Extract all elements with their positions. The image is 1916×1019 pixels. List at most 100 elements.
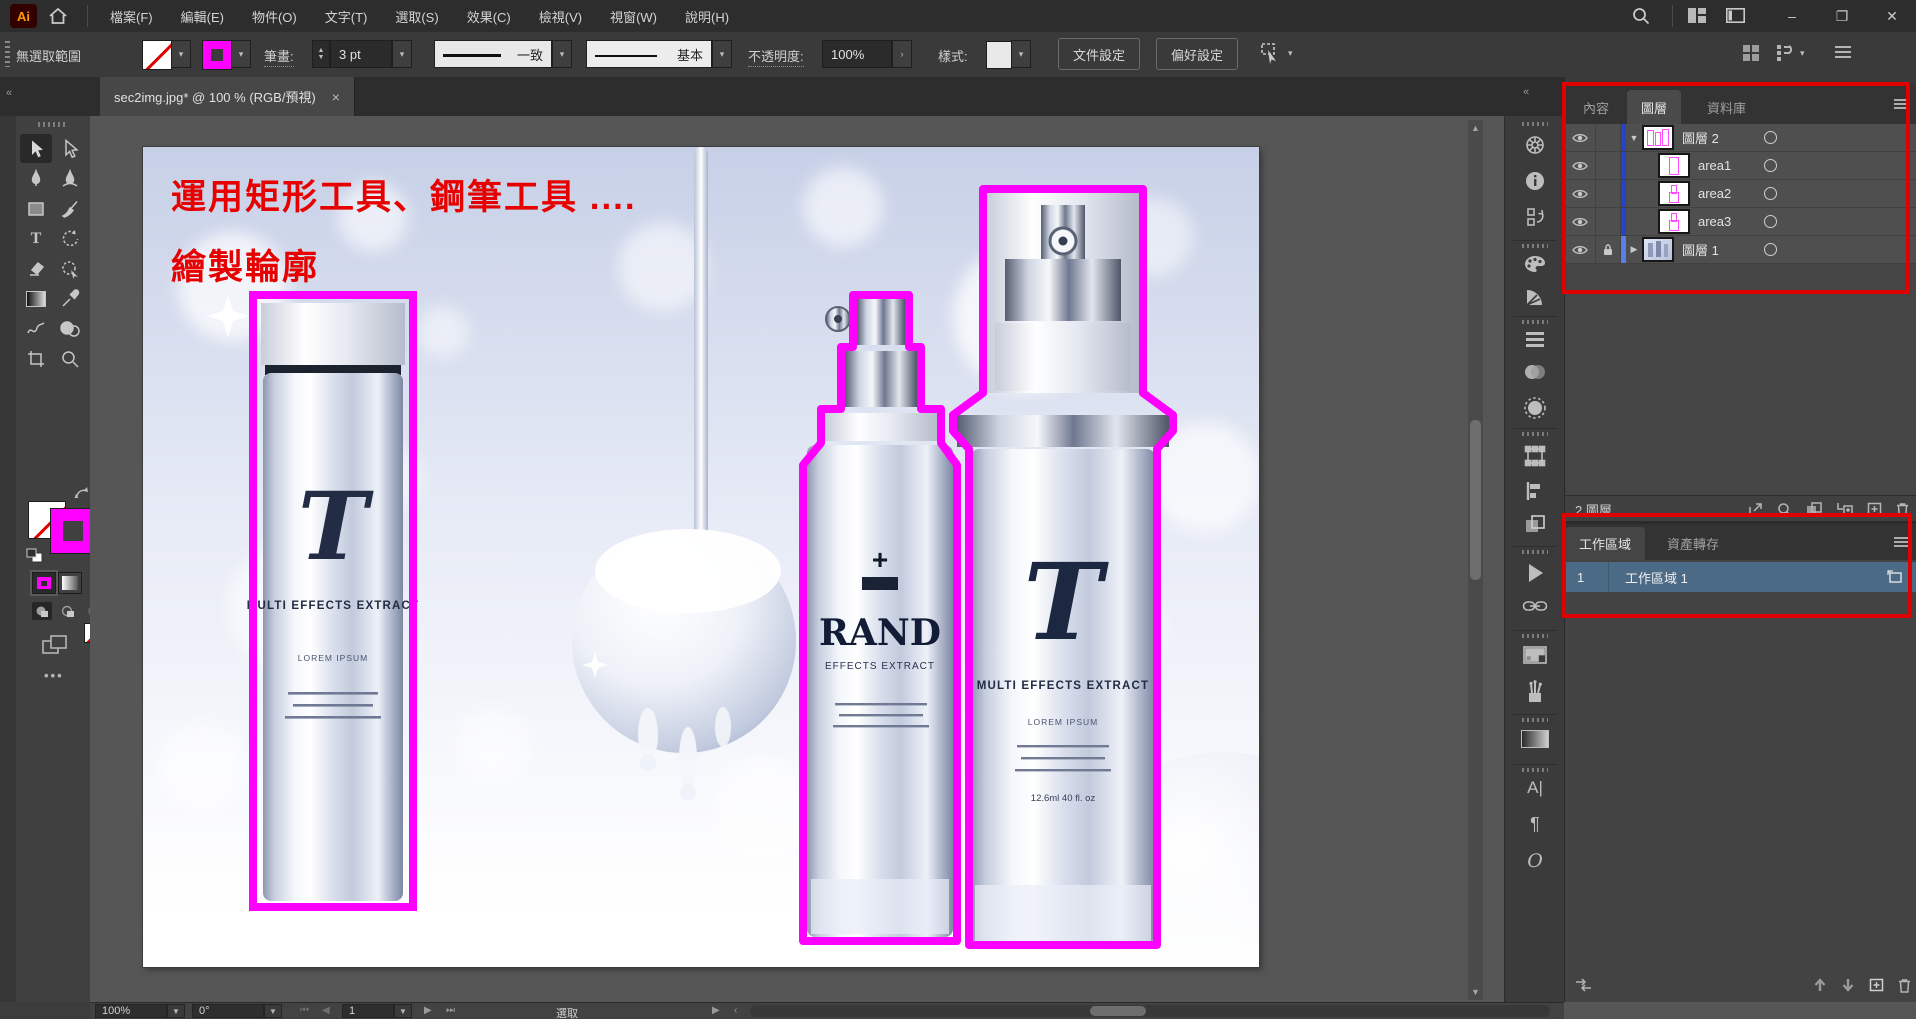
layer-thumbnail[interactable] xyxy=(1658,181,1690,206)
selection-tool[interactable] xyxy=(20,134,52,163)
tab-asset-export[interactable]: 資產轉存 xyxy=(1653,527,1733,560)
new-sublayer-icon[interactable] xyxy=(1836,502,1853,516)
layer-row-area3[interactable]: area3 xyxy=(1565,208,1916,236)
minimize-button[interactable]: – xyxy=(1768,0,1816,32)
tab-properties[interactable]: 內容 xyxy=(1569,90,1623,124)
paragraph-panel-icon[interactable]: ¶ xyxy=(1530,814,1540,835)
tab-artboards[interactable]: 工作區域 xyxy=(1565,527,1645,560)
search-icon[interactable] xyxy=(1632,7,1650,25)
menu-object[interactable]: 物件(O) xyxy=(238,0,311,32)
chevron-down-icon[interactable]: ▼ xyxy=(1626,133,1642,143)
move-up-icon[interactable] xyxy=(1813,978,1827,992)
eraser-tool[interactable] xyxy=(20,254,52,283)
control-menu-icon[interactable] xyxy=(1834,44,1852,60)
brush-dropdown-icon[interactable]: ▾ xyxy=(712,40,732,68)
stroke-panel-icon[interactable] xyxy=(1524,330,1546,348)
layer-thumbnail[interactable] xyxy=(1658,153,1690,178)
info-panel-icon[interactable] xyxy=(1524,170,1546,192)
rectangle-tool[interactable] xyxy=(20,194,52,223)
learn-panel-icon[interactable] xyxy=(1524,134,1546,156)
appearance-panel-icon[interactable] xyxy=(1523,396,1547,420)
rotation-value[interactable]: 0° xyxy=(192,1004,264,1018)
draw-behind-mode[interactable] xyxy=(58,602,78,620)
tab-libraries[interactable]: 資料庫 xyxy=(1693,90,1760,124)
menu-file[interactable]: 檔案(F) xyxy=(96,0,167,32)
toolbar-grip-icon[interactable] xyxy=(38,122,68,127)
opentype-panel-icon[interactable]: O xyxy=(1527,850,1543,872)
panel-dock-icon[interactable] xyxy=(1776,43,1796,63)
horizontal-scrollbar[interactable] xyxy=(750,1005,1550,1017)
color-panel-icon[interactable] xyxy=(1523,254,1547,274)
prev-artboard-icon[interactable]: ◀ xyxy=(322,1005,330,1016)
layers-panel-menu-icon[interactable] xyxy=(1893,98,1909,110)
pathfinder-panel-icon[interactable] xyxy=(1524,514,1546,534)
artboard-name[interactable]: 工作區域 1 xyxy=(1625,568,1688,587)
color-guide-panel-icon[interactable] xyxy=(1524,286,1546,308)
document-setup-button[interactable]: 文件設定 xyxy=(1058,38,1140,70)
edit-toolbar-icon[interactable]: ••• xyxy=(44,668,64,683)
stroke-dropdown-icon[interactable]: ▾ xyxy=(231,40,251,68)
menu-help[interactable]: 說明(H) xyxy=(671,0,743,32)
brushes-panel-icon[interactable] xyxy=(1524,680,1546,704)
artboard-row[interactable]: 1 工作區域 1 xyxy=(1565,562,1916,592)
artboard[interactable]: T MULTI EFFECTS EXTRACT LOREM IPSUM + xyxy=(143,147,1259,967)
align-glyphs-icon[interactable] xyxy=(1742,44,1760,62)
tab-layers[interactable]: 圖層 xyxy=(1627,90,1681,124)
h-scroll-left-icon[interactable]: ‹ xyxy=(734,1005,737,1016)
workspace-switcher-icon[interactable] xyxy=(1726,8,1745,23)
transparency-panel-icon[interactable] xyxy=(1523,362,1547,382)
curvature-tool[interactable] xyxy=(54,164,86,193)
zoom-tool[interactable] xyxy=(54,344,86,373)
delete-artboard-icon[interactable] xyxy=(1898,978,1911,993)
character-panel-icon[interactable]: A| xyxy=(1527,778,1543,798)
scroll-up-icon[interactable]: ▲ xyxy=(1468,123,1483,133)
layer-row-area1[interactable]: area1 xyxy=(1565,152,1916,180)
default-fill-stroke-icon[interactable] xyxy=(26,548,44,564)
preferences-button[interactable]: 偏好設定 xyxy=(1156,38,1238,70)
fill-color-swatch[interactable] xyxy=(142,40,172,70)
collapse-panels-icon[interactable]: « xyxy=(1523,86,1529,98)
screen-mode-icon[interactable] xyxy=(42,634,68,656)
dock-dropdown-icon[interactable]: ▾ xyxy=(1800,48,1805,59)
menu-edit[interactable]: 編輯(E) xyxy=(167,0,238,32)
new-artboard-icon[interactable] xyxy=(1869,978,1884,992)
target-circle-icon[interactable] xyxy=(1764,159,1777,172)
restore-button[interactable]: ❐ xyxy=(1818,0,1866,32)
visibility-eye-icon[interactable] xyxy=(1565,152,1596,179)
first-artboard-icon[interactable]: ⏮ xyxy=(300,1005,309,1016)
document-close-icon[interactable]: × xyxy=(332,89,340,105)
layer-name[interactable]: 圖層 2 xyxy=(1682,128,1719,147)
isolate-selection-icon[interactable] xyxy=(1258,42,1282,64)
menu-view[interactable]: 檢視(V) xyxy=(525,0,596,32)
layer-thumbnail[interactable] xyxy=(1658,209,1690,234)
last-artboard-icon[interactable]: ⏭ xyxy=(446,1005,455,1016)
rotation-dropdown-icon[interactable]: ▼ xyxy=(264,1004,282,1018)
opacity-value[interactable]: 100% xyxy=(822,40,892,68)
lock-column[interactable] xyxy=(1596,180,1621,207)
transform-panel-icon[interactable] xyxy=(1523,444,1547,468)
fill-dropdown-icon[interactable]: ▾ xyxy=(171,40,191,68)
collapse-left-icon[interactable]: « xyxy=(6,87,12,99)
layer-name[interactable]: area1 xyxy=(1698,158,1731,173)
gradient-panel-icon[interactable] xyxy=(1521,730,1549,748)
layer-name[interactable]: 圖層 1 xyxy=(1682,240,1719,259)
target-circle-icon[interactable] xyxy=(1764,187,1777,200)
home-icon[interactable] xyxy=(37,0,79,32)
bottle-left[interactable]: T MULTI EFFECTS EXTRACT LOREM IPSUM xyxy=(247,295,420,907)
chevron-right-icon[interactable]: ▶ xyxy=(1626,244,1642,255)
bottle-right[interactable]: T MULTI EFFECTS EXTRACT LOREM IPSUM 12.6… xyxy=(953,189,1173,945)
pen-tool[interactable] xyxy=(20,164,52,193)
menu-window[interactable]: 視窗(W) xyxy=(596,0,671,32)
layer-thumbnail[interactable] xyxy=(1642,125,1674,150)
visibility-eye-icon[interactable] xyxy=(1565,236,1596,263)
links-panel-icon[interactable] xyxy=(1522,598,1548,614)
opacity-expand-icon[interactable]: › xyxy=(892,40,912,68)
new-layer-icon[interactable] xyxy=(1867,502,1882,516)
make-mask-icon[interactable] xyxy=(1806,502,1822,516)
style-swatch[interactable] xyxy=(986,41,1012,69)
document-tab[interactable]: sec2img.jpg* @ 100 % (RGB/預視) × xyxy=(100,77,355,116)
stroke-weight-dropdown-icon[interactable]: ▾ xyxy=(392,40,412,68)
visibility-eye-icon[interactable] xyxy=(1565,208,1596,235)
variables-panel-icon[interactable] xyxy=(1524,206,1546,228)
artboards-panel-menu-icon[interactable] xyxy=(1893,536,1909,548)
